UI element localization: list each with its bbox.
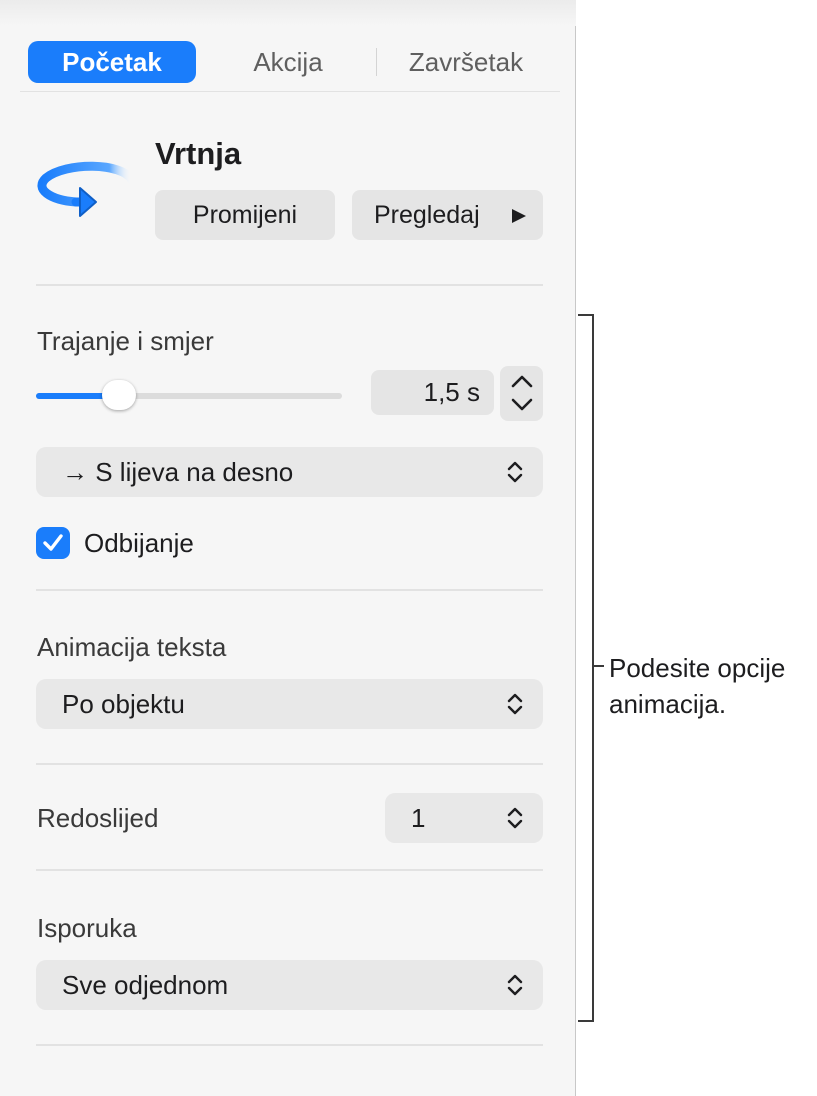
duration-field[interactable]: 1,5 s	[371, 370, 494, 415]
section-divider	[36, 1044, 543, 1046]
order-label: Redoslijed	[37, 803, 159, 833]
callout-text: Podesite opcije animacija.	[609, 650, 785, 722]
section-divider	[36, 284, 543, 286]
section-divider	[36, 869, 543, 871]
text-animation-popup[interactable]: Po objektu	[36, 679, 543, 729]
duration-value: 1,5 s	[423, 377, 480, 407]
chevron-updown-icon	[507, 461, 523, 483]
duration-slider-track[interactable]	[36, 393, 342, 399]
bounce-checkbox[interactable]	[36, 527, 70, 559]
chevron-updown-icon	[507, 693, 523, 715]
callout-line-2: animacija.	[609, 689, 727, 719]
tab-action[interactable]: Akcija	[213, 41, 363, 83]
order-value: 1	[411, 803, 426, 833]
text-animation-section-label: Animacija teksta	[37, 632, 227, 662]
section-divider	[36, 763, 543, 765]
panel-top-fade	[0, 0, 576, 26]
tab-separator	[376, 48, 377, 76]
tab-build-out[interactable]: Završetak	[386, 41, 546, 83]
direction-value: → S lijeva na desno	[62, 457, 294, 487]
delivery-section-label: Isporuka	[37, 913, 137, 943]
chevron-updown-icon	[507, 974, 523, 996]
checkmark-icon	[43, 534, 63, 551]
tabs-divider	[20, 91, 560, 92]
stepper-up-icon[interactable]	[511, 374, 533, 388]
preview-button-label: Pregledaj	[374, 201, 480, 229]
duration-section-label: Trajanje i smjer	[37, 326, 214, 356]
rotate-arrow-icon	[36, 156, 137, 236]
text-animation-value: Po objektu	[62, 689, 185, 719]
direction-popup[interactable]: → S lijeva na desno	[36, 447, 543, 497]
order-popup[interactable]: 1	[385, 793, 543, 843]
callout-bracket	[578, 314, 604, 1022]
chevron-updown-icon	[507, 807, 523, 829]
effect-name: Vrtnja	[155, 136, 242, 171]
tab-build-in[interactable]: Početak	[28, 41, 196, 83]
change-effect-button[interactable]: Promijeni	[155, 190, 335, 240]
stepper-down-icon[interactable]	[511, 398, 533, 412]
animate-inspector-panel: Početak Akcija Završetak Vrtnja Promijen…	[0, 0, 576, 1096]
duration-stepper[interactable]	[500, 366, 543, 421]
duration-slider-knob[interactable]	[101, 380, 136, 410]
play-icon	[512, 209, 526, 223]
section-divider	[36, 589, 543, 591]
callout-line-1: Podesite opcije	[609, 653, 786, 683]
delivery-value: Sve odjednom	[62, 970, 229, 1000]
bounce-label[interactable]: Odbijanje	[84, 527, 194, 559]
preview-button[interactable]: Pregledaj	[352, 190, 543, 240]
delivery-popup[interactable]: Sve odjednom	[36, 960, 543, 1010]
